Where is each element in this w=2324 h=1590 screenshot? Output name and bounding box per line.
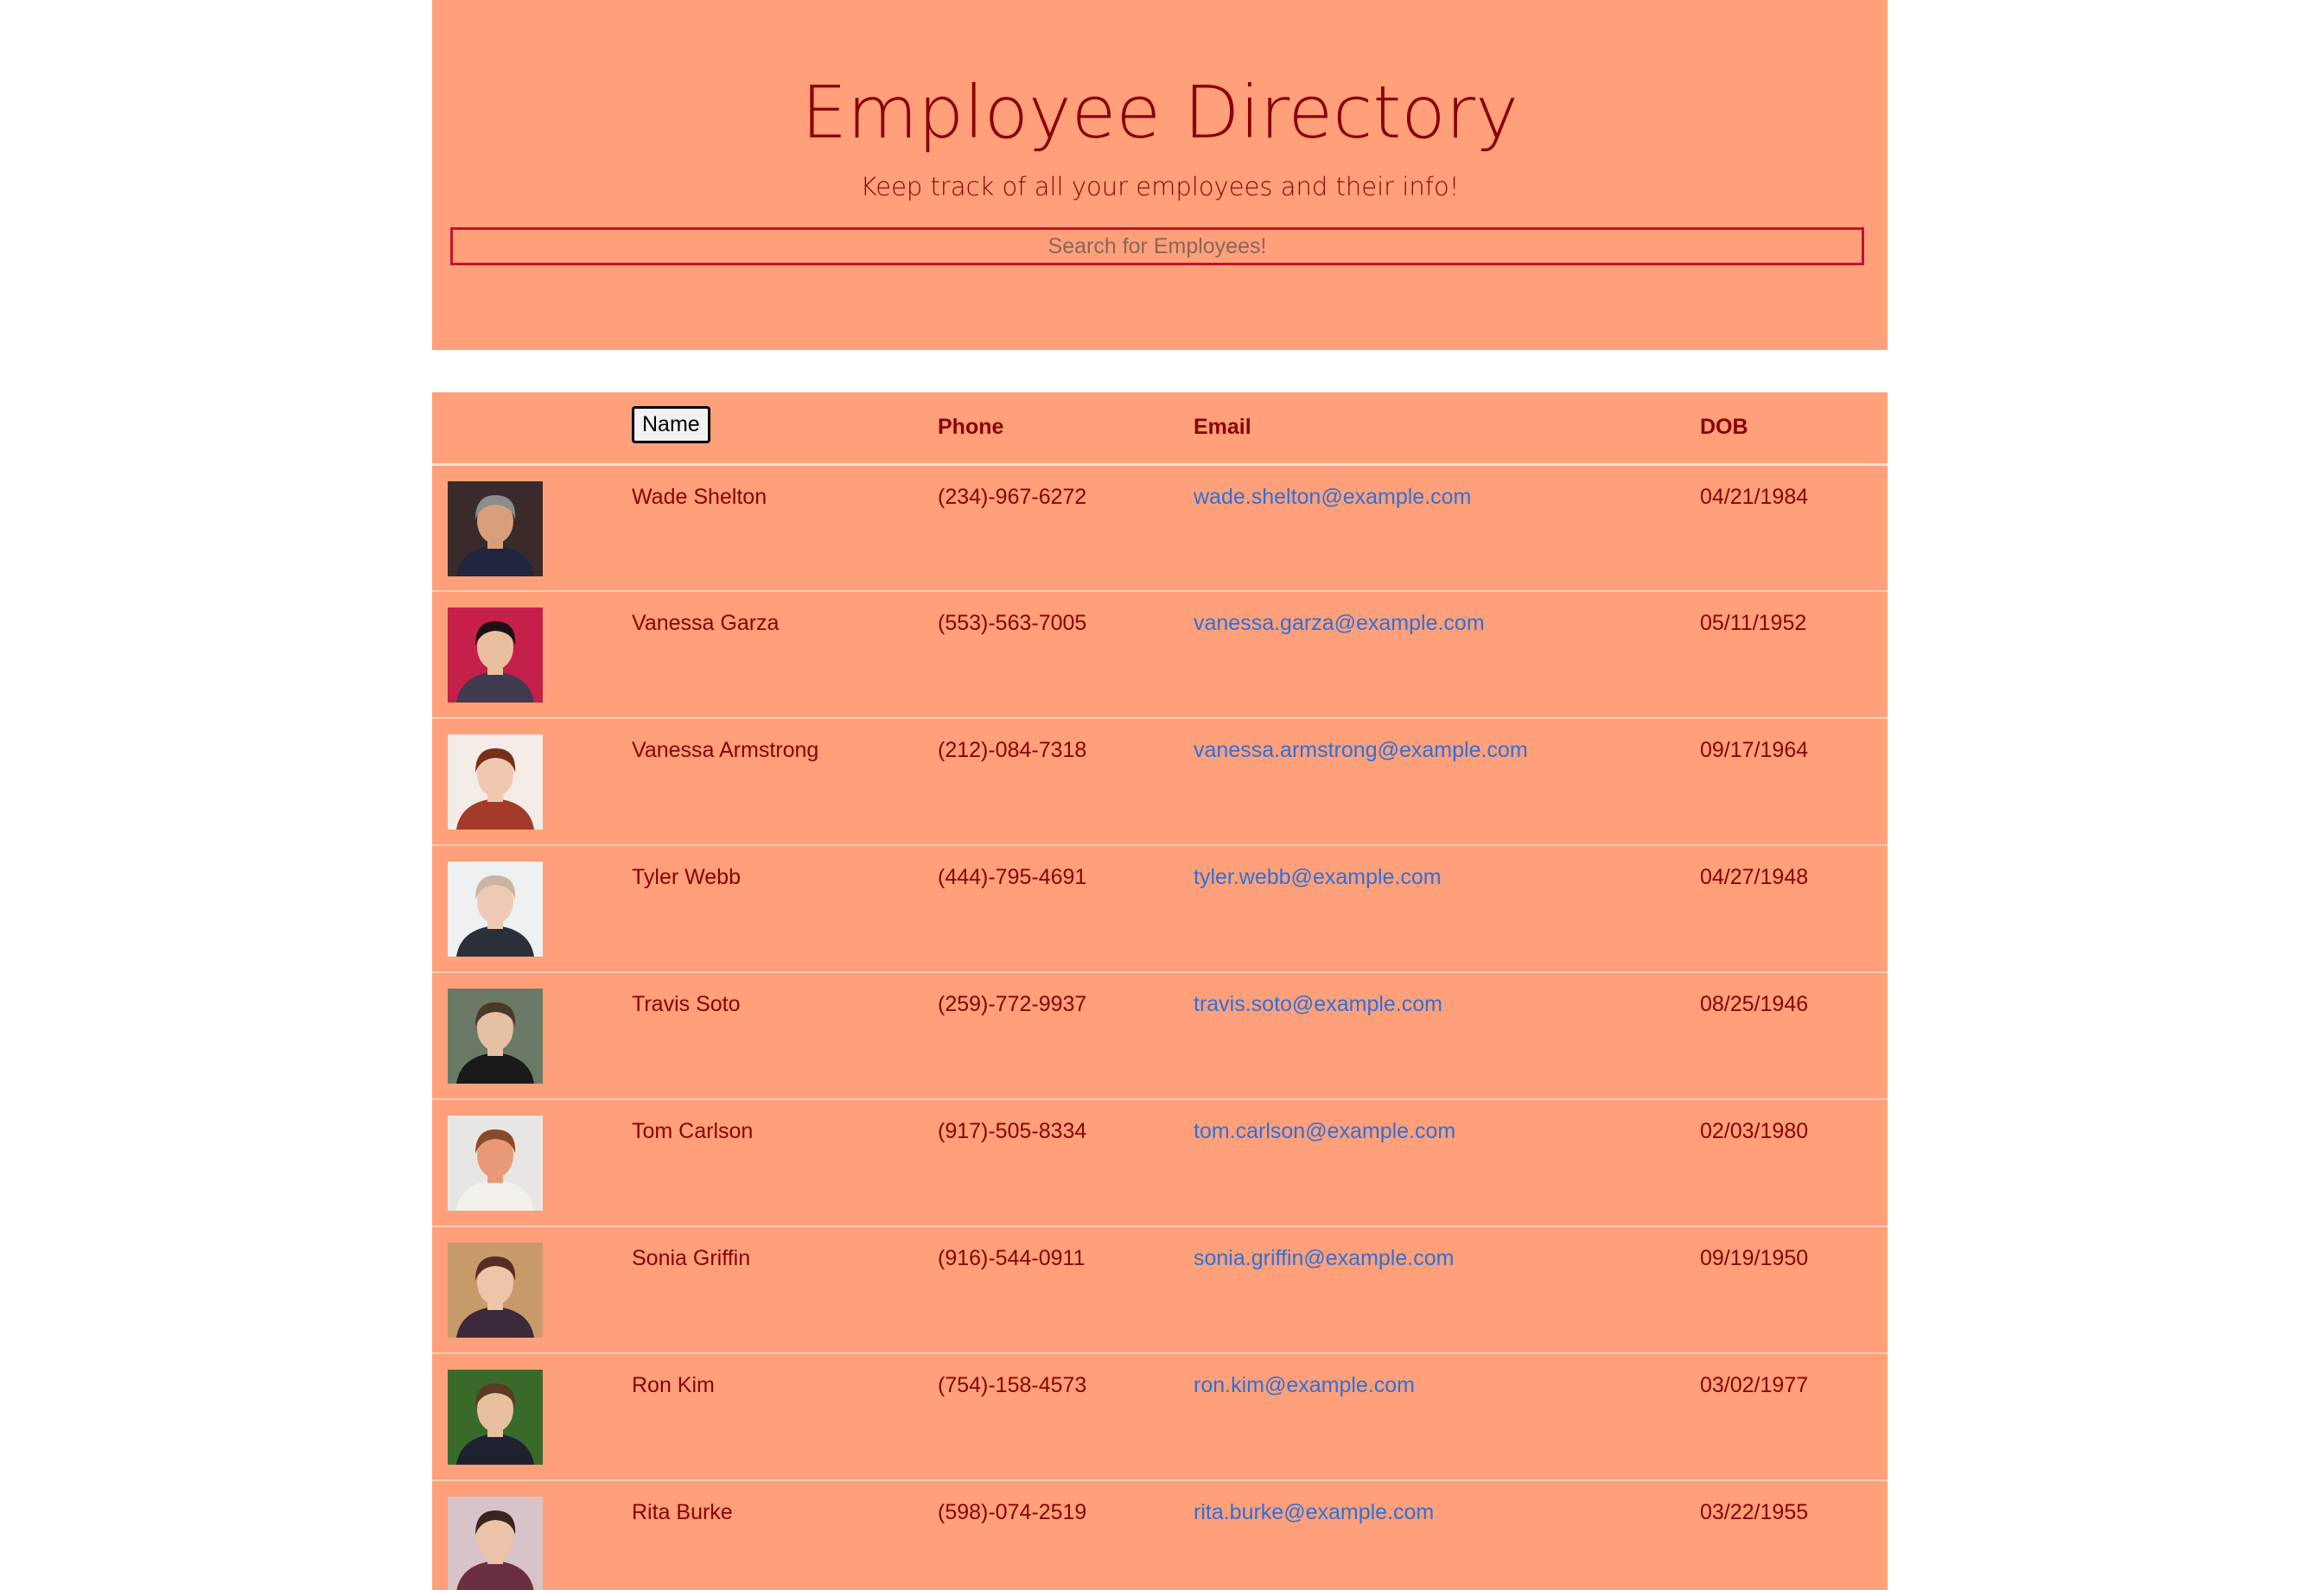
employee-phone: (259)-772-9937 (938, 992, 1087, 1016)
column-header-email: Email (1194, 415, 1251, 440)
employee-phone: (212)-084-7318 (938, 738, 1087, 762)
employee-email-link[interactable]: tom.carlson@example.com (1194, 1119, 1455, 1143)
employee-table-wrapper: Name Phone Email DOB Wade Shelton (234)-… (432, 392, 1888, 1590)
employee-email-cell: travis.soto@example.com (1194, 972, 1700, 1099)
employee-phone: (598)-074-2519 (938, 1500, 1087, 1524)
employee-email-cell: sonia.griffin@example.com (1194, 1226, 1700, 1353)
employee-phone: (754)-158-4573 (938, 1373, 1087, 1397)
employee-name: Vanessa Armstrong (632, 738, 819, 762)
employee-dob: 09/17/1964 (1700, 738, 1809, 762)
employee-name: Tyler Webb (632, 865, 741, 889)
employee-name: Ron Kim (632, 1373, 715, 1397)
table-row: Rita Burke (598)-074-2519 rita.burke@exa… (432, 1480, 1888, 1590)
table-body: Wade Shelton (234)-967-6272 wade.shelton… (432, 464, 1888, 1590)
avatar-cell (432, 845, 632, 972)
avatar-cell (432, 718, 632, 845)
employee-dob: 04/21/1984 (1700, 484, 1809, 509)
avatar (448, 1243, 543, 1338)
employee-email-cell: ron.kim@example.com (1194, 1353, 1700, 1480)
avatar (448, 1370, 543, 1465)
page: Employee Directory Keep track of all you… (0, 0, 2324, 1590)
avatar (448, 1116, 543, 1211)
sort-by-name-button[interactable]: Name (632, 406, 710, 444)
table-row: Travis Soto (259)-772-9937 travis.soto@e… (432, 972, 1888, 1099)
avatar (448, 1497, 543, 1590)
employee-dob: 03/02/1977 (1700, 1373, 1809, 1397)
search-input[interactable] (450, 227, 1864, 265)
table-row: Vanessa Garza (553)-563-7005 vanessa.gar… (432, 591, 1888, 718)
employee-phone: (234)-967-6272 (938, 484, 1087, 509)
employee-name: Vanessa Garza (632, 611, 780, 635)
table-row: Sonia Griffin (916)-544-0911 sonia.griff… (432, 1226, 1888, 1353)
avatar-cell (432, 1099, 632, 1226)
table-header-row: Name Phone Email DOB (432, 392, 1888, 464)
employee-email-link[interactable]: rita.burke@example.com (1194, 1500, 1434, 1524)
employee-email-link[interactable]: tyler.webb@example.com (1194, 865, 1442, 889)
employee-name: Rita Burke (632, 1500, 733, 1524)
employee-email-cell: tyler.webb@example.com (1194, 845, 1700, 972)
employee-email-link[interactable]: travis.soto@example.com (1194, 992, 1442, 1016)
avatar-cell (432, 972, 632, 1099)
employee-phone: (916)-544-0911 (938, 1246, 1086, 1270)
table-header: Name Phone Email DOB (432, 392, 1888, 464)
employee-phone: (917)-505-8334 (938, 1119, 1087, 1143)
employee-name: Wade Shelton (632, 484, 767, 509)
employee-email-cell: vanessa.garza@example.com (1194, 591, 1700, 718)
table-row: Vanessa Armstrong (212)-084-7318 vanessa… (432, 718, 1888, 845)
header-container: Employee Directory Keep track of all you… (432, 0, 1888, 350)
table-row: Tyler Webb (444)-795-4691 tyler.webb@exa… (432, 845, 1888, 972)
avatar-cell (432, 1226, 632, 1353)
employee-dob: 09/19/1950 (1700, 1246, 1809, 1270)
employee-phone: (444)-795-4691 (938, 865, 1087, 889)
employee-dob: 04/27/1948 (1700, 865, 1809, 889)
employee-name: Travis Soto (632, 992, 741, 1016)
employee-dob: 05/11/1952 (1700, 611, 1807, 635)
employee-email-cell: vanessa.armstrong@example.com (1194, 718, 1700, 845)
table-row: Ron Kim (754)-158-4573 ron.kim@example.c… (432, 1353, 1888, 1480)
table-row: Wade Shelton (234)-967-6272 wade.shelton… (432, 464, 1888, 591)
column-header-dob: DOB (1700, 415, 1748, 440)
column-header-phone: Phone (938, 415, 1004, 440)
employee-table: Name Phone Email DOB Wade Shelton (234)-… (432, 392, 1888, 1590)
employee-phone: (553)-563-7005 (938, 611, 1087, 635)
employee-email-cell: wade.shelton@example.com (1194, 464, 1700, 591)
avatar (448, 862, 543, 957)
column-header-image (432, 392, 632, 464)
employee-email-link[interactable]: vanessa.armstrong@example.com (1194, 738, 1528, 762)
employee-email-link[interactable]: ron.kim@example.com (1194, 1373, 1415, 1397)
employee-dob: 02/03/1980 (1700, 1119, 1809, 1143)
employee-email-link[interactable]: sonia.griffin@example.com (1194, 1246, 1454, 1270)
employee-dob: 08/25/1946 (1700, 992, 1809, 1016)
page-title: Employee Directory (801, 70, 1519, 155)
employee-email-link[interactable]: vanessa.garza@example.com (1194, 611, 1485, 635)
column-header-name: Name (632, 392, 938, 464)
table-row: Tom Carlson (917)-505-8334 tom.carlson@e… (432, 1099, 1888, 1226)
employee-email-cell: tom.carlson@example.com (1194, 1099, 1700, 1226)
employee-email-link[interactable]: wade.shelton@example.com (1194, 485, 1471, 509)
avatar (448, 989, 543, 1084)
employee-email-cell: rita.burke@example.com (1194, 1480, 1700, 1590)
employee-name: Tom Carlson (632, 1119, 754, 1143)
avatar (448, 607, 543, 703)
header-jumbotron: Employee Directory Keep track of all you… (432, 0, 1888, 350)
avatar (448, 480, 543, 576)
avatar-cell (432, 1480, 632, 1590)
employee-dob: 03/22/1955 (1700, 1500, 1809, 1524)
avatar-cell (432, 1353, 632, 1480)
avatar-cell (432, 591, 632, 718)
avatar-cell (432, 464, 632, 591)
employee-name: Sonia Griffin (632, 1246, 751, 1270)
page-subtitle: Keep track of all your employees and the… (860, 172, 1460, 201)
avatar (448, 735, 543, 830)
